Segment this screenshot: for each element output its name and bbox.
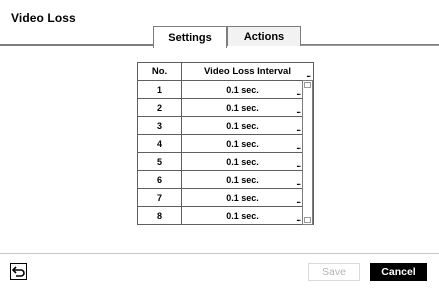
video-loss-table: No. Video Loss Interval ... 1 0.1 sec. .… <box>137 62 314 225</box>
tab-actions[interactable]: Actions <box>227 26 301 46</box>
save-button[interactable]: Save <box>308 263 360 281</box>
table-row[interactable]: 5 0.1 sec. ... <box>137 152 314 171</box>
table-row[interactable]: 8 0.1 sec. ... <box>137 206 314 225</box>
interval-value: 0.1 sec. <box>226 210 259 221</box>
dialog-title: Video Loss <box>11 11 76 25</box>
table-row[interactable]: 6 0.1 sec. ... <box>137 170 314 189</box>
column-header-interval[interactable]: Video Loss Interval ... <box>181 62 314 81</box>
back-button[interactable] <box>10 263 27 280</box>
tab-actions-label: Actions <box>243 30 285 43</box>
interval-cell[interactable]: 0.1 sec. ... <box>181 98 304 117</box>
row-number: 3 <box>137 116 182 135</box>
table-row[interactable]: 3 0.1 sec. ... <box>137 116 314 135</box>
interval-more-icon[interactable]: ... <box>296 89 301 97</box>
tab-settings[interactable]: Settings <box>153 26 227 48</box>
interval-value: 0.1 sec. <box>226 192 259 203</box>
title-bar: Video Loss Settings Actions <box>0 0 439 48</box>
save-button-label: Save <box>322 266 346 278</box>
footer-divider <box>0 253 439 254</box>
interval-more-icon[interactable]: ... <box>296 107 301 115</box>
row-number: 7 <box>137 188 182 207</box>
interval-cell[interactable]: 0.1 sec. ... <box>181 134 304 153</box>
row-number: 4 <box>137 134 182 153</box>
interval-cell[interactable]: 0.1 sec. ... <box>181 206 304 225</box>
cancel-button-label: Cancel <box>381 266 416 278</box>
table-row[interactable]: 4 0.1 sec. ... <box>137 134 314 153</box>
interval-value: 0.1 sec. <box>226 156 259 167</box>
interval-cell[interactable]: 0.1 sec. ... <box>181 152 304 171</box>
column-header-interval-label: Video Loss Interval <box>204 66 291 77</box>
video-loss-dialog: Video Loss Settings Actions No. Video Lo… <box>0 0 439 288</box>
row-number: 2 <box>137 98 182 117</box>
interval-more-icon[interactable]: ... <box>296 161 301 169</box>
interval-value: 0.1 sec. <box>226 120 259 131</box>
row-number: 8 <box>137 206 182 225</box>
interval-value: 0.1 sec. <box>226 102 259 113</box>
column-header-no: No. <box>137 62 182 81</box>
interval-value: 0.1 sec. <box>226 138 259 149</box>
tab-settings-label: Settings <box>168 31 212 44</box>
interval-cell[interactable]: 0.1 sec. ... <box>181 170 304 189</box>
row-number: 5 <box>137 152 182 171</box>
interval-more-icon[interactable]: ... <box>296 215 301 223</box>
interval-more-icon[interactable]: ... <box>296 125 301 133</box>
vertical-scrollbar[interactable] <box>302 80 313 225</box>
tab-divider <box>301 45 439 46</box>
interval-cell[interactable]: 0.1 sec. ... <box>181 188 304 207</box>
cancel-button[interactable]: Cancel <box>370 263 427 281</box>
column-header-more-icon[interactable]: ... <box>306 71 311 79</box>
scroll-down-button[interactable] <box>304 217 311 223</box>
interval-cell[interactable]: 0.1 sec. ... <box>181 80 304 99</box>
table-row[interactable]: 7 0.1 sec. ... <box>137 188 314 207</box>
interval-value: 0.1 sec. <box>226 174 259 185</box>
table-header-row: No. Video Loss Interval ... <box>137 62 314 81</box>
interval-more-icon[interactable]: ... <box>296 197 301 205</box>
row-number: 6 <box>137 170 182 189</box>
scroll-up-button[interactable] <box>304 82 311 88</box>
table-row[interactable]: 2 0.1 sec. ... <box>137 98 314 117</box>
interval-value: 0.1 sec. <box>226 84 259 95</box>
table-row[interactable]: 1 0.1 sec. ... <box>137 80 314 99</box>
back-arrow-icon <box>12 266 25 277</box>
interval-more-icon[interactable]: ... <box>296 179 301 187</box>
interval-cell[interactable]: 0.1 sec. ... <box>181 116 304 135</box>
interval-more-icon[interactable]: ... <box>296 143 301 151</box>
row-number: 1 <box>137 80 182 99</box>
